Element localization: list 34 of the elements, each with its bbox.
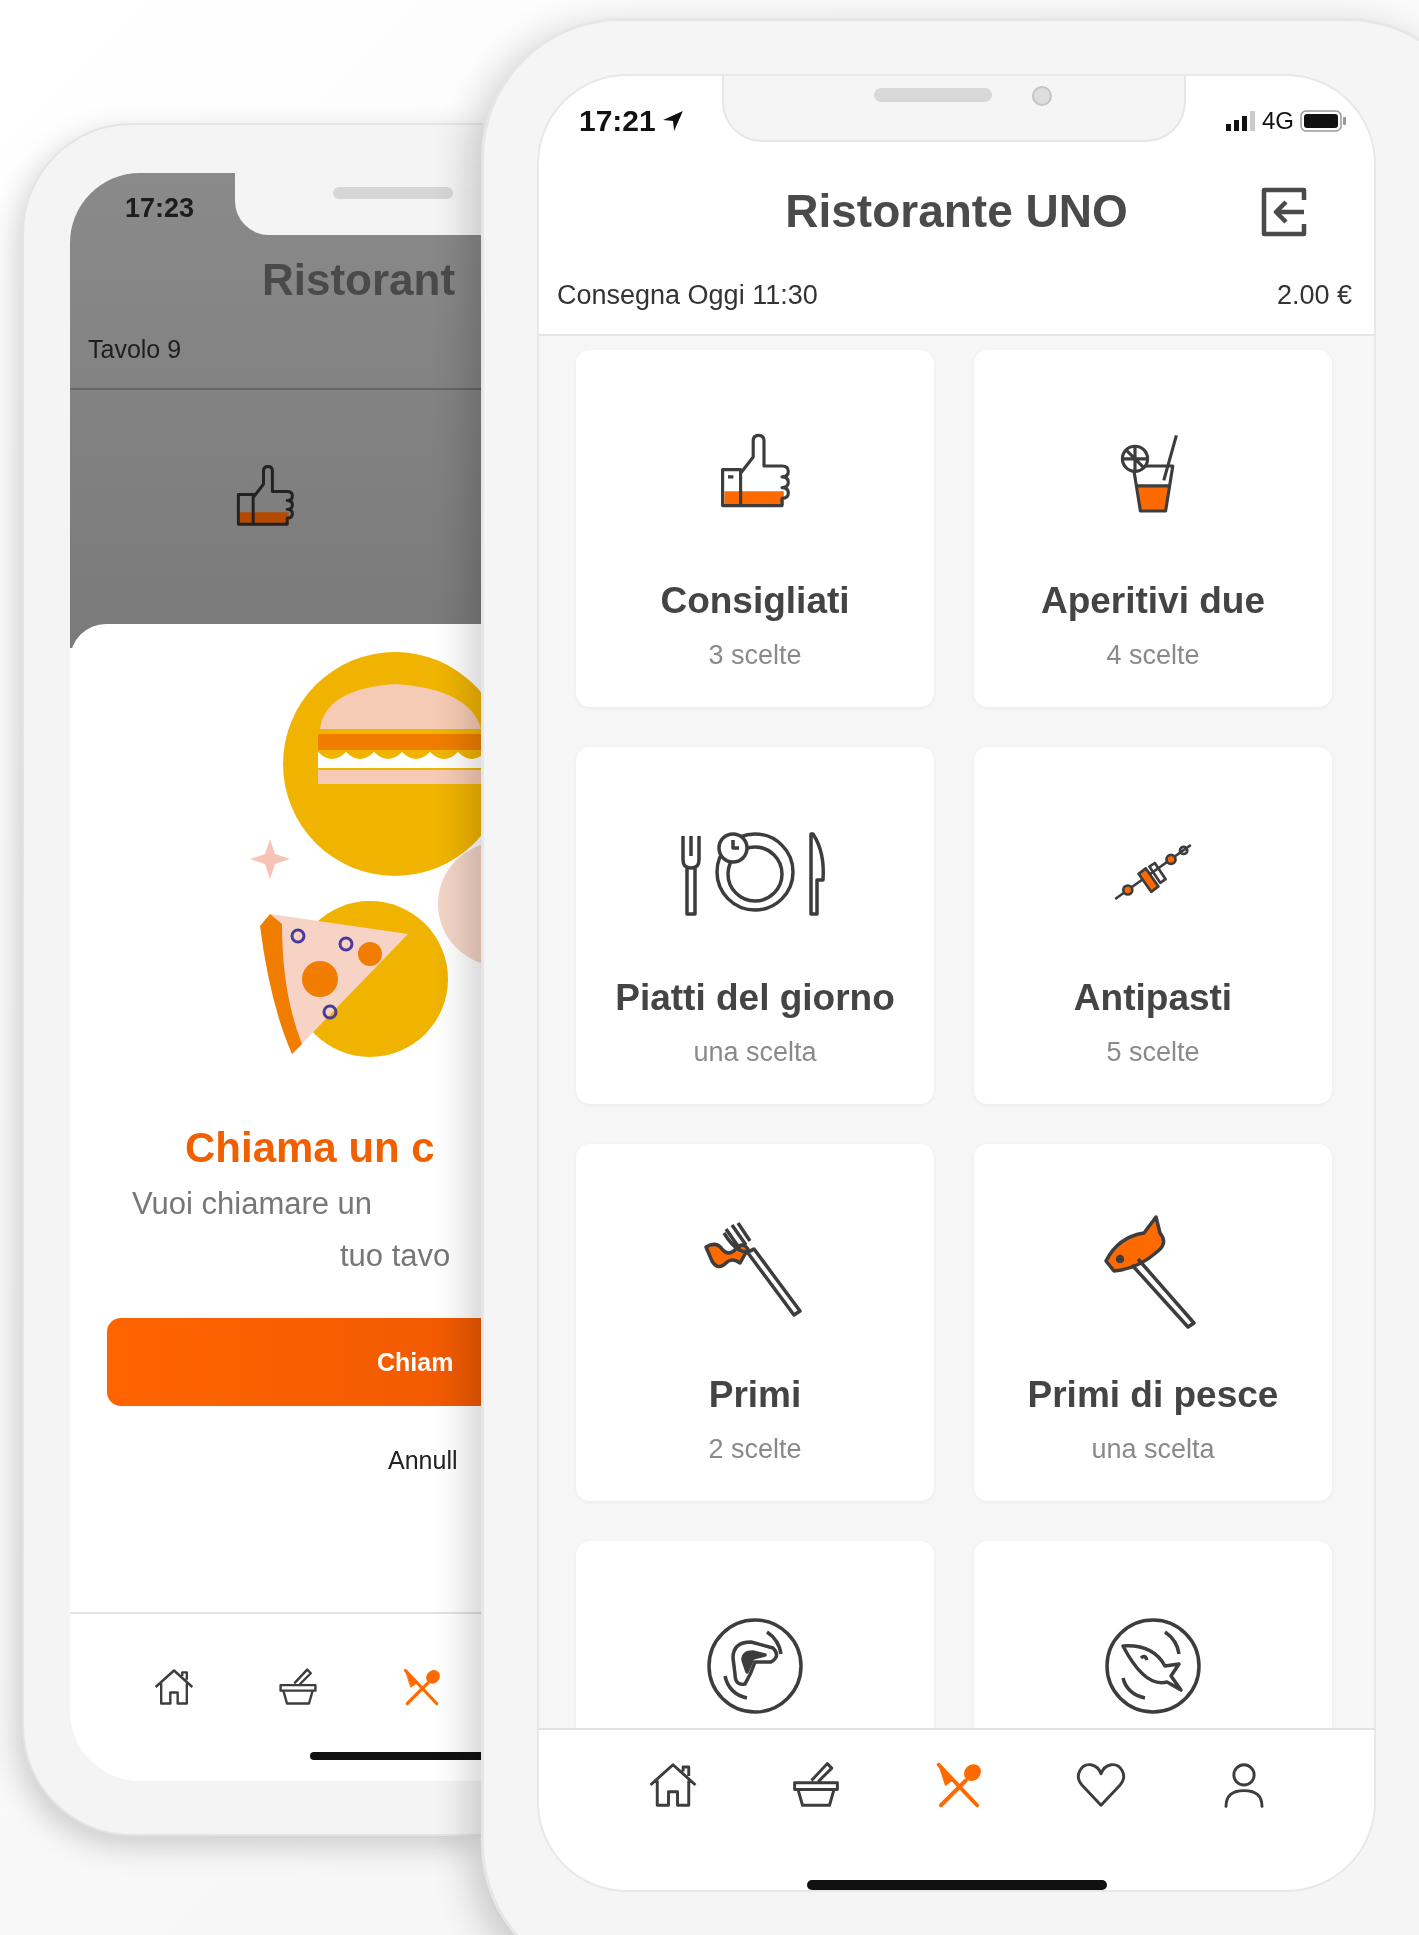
dialog-message: Vuoi chiamare un: [131, 1186, 374, 1222]
screen-title: Ristorante UNO: [785, 184, 1128, 238]
choice-count: 3 scelte: [708, 640, 802, 671]
table-label: Tavolo 9: [87, 335, 183, 364]
price-label: 2.00 €: [1276, 279, 1352, 311]
category-card[interactable]: Consigliati 3 scelte: [576, 350, 934, 707]
choice-count: una scelta: [1091, 1434, 1215, 1465]
delivery-time: Consegna Oggi 11:30: [557, 279, 818, 311]
status-time: 17:21: [579, 104, 656, 138]
choice-count: 5 scelte: [1106, 1037, 1200, 1068]
category-card[interactable]: Piatti del giorno una scelta: [576, 747, 934, 1104]
category-card[interactable]: Aperitivi due 4 scelte: [974, 350, 1332, 707]
battery-icon: [1300, 110, 1346, 132]
cancel-button[interactable]: Annull: [388, 1446, 458, 1475]
category-name: Primi: [708, 1374, 802, 1416]
camera-dot: [1032, 86, 1052, 106]
category-card[interactable]: Primi di pesce una scelta: [974, 1144, 1332, 1501]
location-arrow-icon: [661, 110, 684, 132]
category-card[interactable]: Primi 2 scelte: [576, 1144, 934, 1501]
category-name: Antipasti: [1073, 977, 1233, 1019]
dialog-message: tuo tavo: [339, 1238, 452, 1274]
category-name: Aperitivi due: [1040, 580, 1266, 622]
category-name: Consigliati: [660, 580, 850, 622]
choice-count: una scelta: [693, 1037, 817, 1068]
category-name: Piatti del giorno: [615, 977, 895, 1019]
signal-icon: [1226, 111, 1256, 131]
category-name: Primi di pesce: [1027, 1374, 1279, 1416]
status-time: 17:23: [125, 192, 195, 224]
dialog-title: Chiama un c: [184, 1124, 436, 1172]
choice-count: 4 scelte: [1106, 640, 1200, 671]
category-card[interactable]: Antipasti 5 scelte: [974, 747, 1332, 1104]
network-label: 4G: [1262, 107, 1294, 135]
screen-title: Ristorant: [261, 255, 457, 305]
choice-count: 2 scelte: [708, 1434, 802, 1465]
